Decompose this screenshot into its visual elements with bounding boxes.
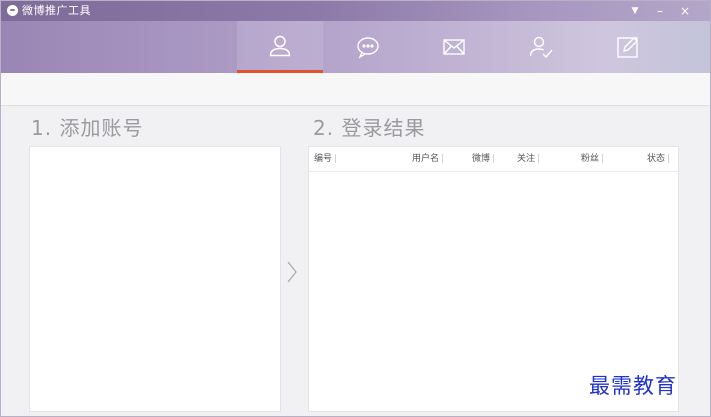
app-title: 微博推广工具 [22, 4, 91, 17]
tab-edit[interactable] [585, 21, 671, 73]
account-list-panel[interactable] [29, 146, 281, 412]
watermark-text: 最需教育 [589, 374, 677, 398]
tab-account[interactable] [237, 21, 323, 73]
envelope-icon [443, 39, 465, 55]
column-header-username[interactable]: 用户名 | [412, 153, 444, 165]
close-button[interactable]: × [674, 1, 696, 21]
user-icon [269, 35, 291, 56]
user-check-icon [529, 36, 553, 59]
nav-header [1, 21, 710, 73]
column-header-id[interactable]: 编号 | [314, 153, 337, 165]
toolbar-strip [1, 73, 710, 106]
login-result-title: 2. 登录结果 [313, 116, 426, 140]
chevron-right-icon [287, 261, 297, 283]
menu-dropdown-button[interactable]: ▼ [624, 1, 646, 21]
tab-message[interactable] [325, 21, 411, 73]
add-account-title: 1. 添加账号 [31, 116, 144, 140]
column-header-following[interactable]: 关注 | [517, 153, 540, 165]
edit-icon [617, 37, 638, 58]
column-header-weibo[interactable]: 微博 | [472, 153, 495, 165]
column-header-status[interactable]: 状态 | [647, 153, 670, 165]
tab-user-check[interactable] [498, 21, 584, 73]
tab-mail[interactable] [411, 21, 497, 73]
app-window: 微博推广工具 ▼ – × 1. 添加账号 2. 登录结果 编号 | 用户名 | … [0, 0, 711, 417]
column-header-fans[interactable]: 粉丝 | [581, 153, 604, 165]
chat-bubble-icon [357, 37, 379, 59]
app-logo-icon [7, 5, 18, 16]
minimize-button[interactable]: – [649, 1, 671, 21]
title-bar[interactable]: 微博推广工具 ▼ – × [1, 1, 710, 21]
table-header: 编号 | 用户名 | 微博 | 关注 | 粉丝 | 状态 | [309, 147, 678, 172]
